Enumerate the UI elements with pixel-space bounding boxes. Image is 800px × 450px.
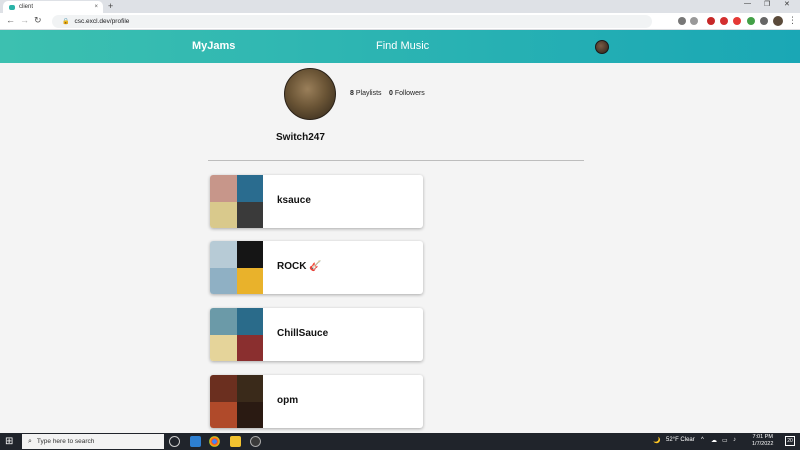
- browser-tab-strip: client × + — ❐ ✕: [0, 0, 800, 13]
- album-art: [236, 334, 263, 361]
- album-art: [236, 401, 263, 428]
- tray-chevron-icon[interactable]: ^: [701, 437, 704, 443]
- nav-find-music[interactable]: Find Music: [376, 40, 429, 52]
- album-art: [210, 308, 237, 335]
- browser-tab[interactable]: client ×: [3, 1, 103, 13]
- album-art: [236, 308, 263, 335]
- album-art: [210, 241, 237, 268]
- divider: [208, 160, 584, 161]
- url-text: csc.excl.dev/profile: [74, 18, 130, 25]
- extension-shield-icon[interactable]: [707, 17, 715, 25]
- playlist-title: opm: [277, 395, 299, 406]
- file-explorer-icon[interactable]: [230, 436, 241, 447]
- extension-green-icon[interactable]: [747, 17, 755, 25]
- network-icon[interactable]: ▭: [722, 437, 728, 444]
- date: 1/7/2022: [752, 441, 774, 447]
- forward-icon[interactable]: →: [20, 15, 29, 25]
- minimize-icon[interactable]: —: [744, 0, 751, 7]
- task-view-icon[interactable]: [190, 436, 201, 447]
- browser-profile-avatar[interactable]: [773, 16, 783, 26]
- album-art: [236, 201, 263, 228]
- album-art: [236, 267, 263, 294]
- extension-red-icon[interactable]: [720, 17, 728, 25]
- album-art: [210, 334, 237, 361]
- obs-icon[interactable]: [250, 436, 261, 447]
- album-art: [236, 175, 263, 202]
- album-art: [236, 241, 263, 268]
- address-bar[interactable]: 🔒 csc.excl.dev/profile: [52, 15, 652, 28]
- back-icon[interactable]: ←: [6, 15, 15, 25]
- album-art: [210, 267, 237, 294]
- playlist-card[interactable]: opm: [210, 375, 423, 428]
- followers-label: Followers: [394, 90, 425, 97]
- playlist-cover-mosaic: [210, 241, 263, 294]
- extensions-puzzle-icon[interactable]: [760, 17, 768, 25]
- taskbar-clock[interactable]: 7:01 PM 1/7/2022: [752, 434, 773, 448]
- album-art: [210, 375, 237, 402]
- album-art: [210, 175, 237, 202]
- new-tab-button[interactable]: +: [108, 1, 113, 11]
- weather-moon-icon: 🌙: [653, 438, 661, 444]
- search-placeholder: Type here to search: [36, 438, 95, 445]
- bookmark-star-icon[interactable]: [690, 17, 698, 25]
- browser-toolbar: ← → ↻ 🔒 csc.excl.dev/profile ⋮: [0, 13, 800, 30]
- extension-lastpass-icon[interactable]: [733, 17, 741, 25]
- weather-text[interactable]: 52°F Clear: [666, 437, 695, 443]
- playlist-title: ChillSauce: [277, 328, 329, 339]
- close-window-icon[interactable]: ✕: [784, 0, 790, 8]
- app-header: MyJams Find Music: [0, 30, 800, 63]
- playlist-title: ROCK 🎸: [277, 261, 322, 272]
- playlist-title: ksauce: [277, 195, 311, 206]
- album-art: [210, 401, 237, 428]
- share-icon[interactable]: [678, 17, 686, 25]
- time: 7:01 PM: [752, 434, 773, 440]
- playlist-cover-mosaic: [210, 175, 263, 228]
- album-art: [210, 201, 237, 228]
- maximize-icon[interactable]: ❐: [764, 0, 770, 8]
- playlist-cover-mosaic: [210, 308, 263, 361]
- profile-picture: [284, 68, 336, 120]
- windows-taskbar: ⊞ ⌕ Type here to search 🌙 52°F Clear ^ ☁…: [0, 433, 800, 450]
- taskbar-search[interactable]: ⌕ Type here to search: [22, 434, 164, 449]
- playlist-cover-mosaic: [210, 375, 263, 428]
- tab-close-icon[interactable]: ×: [94, 4, 98, 10]
- playlist-card[interactable]: ChillSauce: [210, 308, 423, 361]
- followers-stat: 0 Followers: [389, 90, 425, 97]
- tab-favicon-icon: [9, 4, 15, 10]
- chrome-icon[interactable]: [209, 436, 220, 447]
- menu-kebab-icon[interactable]: ⋮: [788, 15, 797, 26]
- album-art: [236, 375, 263, 402]
- notification-icon[interactable]: 20: [785, 436, 795, 446]
- cortana-icon[interactable]: [169, 436, 180, 447]
- tab-title: client: [19, 4, 34, 10]
- brand-logo[interactable]: MyJams: [192, 40, 235, 52]
- reload-icon[interactable]: ↻: [34, 15, 42, 26]
- playlist-card[interactable]: ROCK 🎸: [210, 241, 423, 294]
- search-icon: ⌕: [28, 437, 32, 445]
- profile-page: 8 Playlists 0 Followers Switch247 ksauce…: [0, 63, 800, 433]
- playlists-stat: 8 Playlists: [350, 90, 382, 97]
- username: Switch247: [276, 132, 325, 143]
- followers-count: 0: [389, 90, 393, 97]
- header-avatar[interactable]: [595, 40, 609, 54]
- playlist-card[interactable]: ksauce: [210, 175, 423, 228]
- lock-icon: 🔒: [62, 19, 70, 25]
- volume-icon[interactable]: ♪: [733, 437, 736, 443]
- playlists-count: 8: [350, 90, 354, 97]
- playlists-label: Playlists: [355, 90, 382, 97]
- windows-start-icon[interactable]: ⊞: [5, 436, 13, 447]
- tray-cloud-icon[interactable]: ☁: [711, 437, 717, 444]
